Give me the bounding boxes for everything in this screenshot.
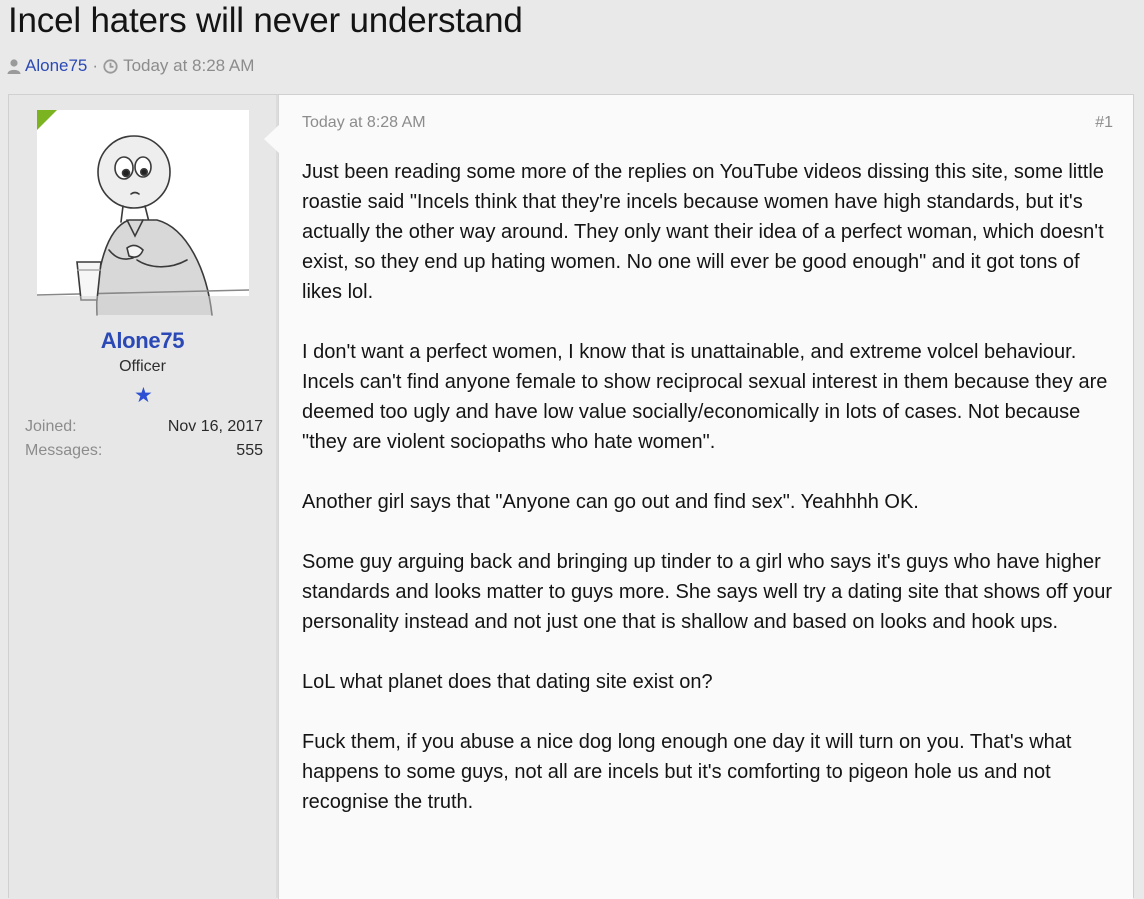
online-indicator (37, 110, 57, 130)
message-paragraph: Some guy arguing back and bringing up ti… (302, 551, 1113, 633)
user-title: Officer (119, 358, 166, 375)
joined-label: Joined: (25, 418, 77, 435)
post: Alone75 Officer ★ Joined: Nov 16, 2017 M… (8, 94, 1134, 899)
meta-separator: · (92, 56, 99, 75)
joined-value: Nov 16, 2017 (167, 418, 263, 435)
message-paragraph: Another girl says that "Anyone can go ou… (302, 491, 919, 513)
username-link[interactable]: Alone75 (9, 328, 276, 354)
message-paragraph: Fuck them, if you abuse a nice dog long … (302, 731, 1072, 813)
message-paragraph: LoL what planet does that dating site ex… (302, 671, 713, 693)
message-content: Today at 8:28 AM #1 Just been reading so… (264, 95, 1133, 899)
post-date-link[interactable]: Today at 8:28 AM (302, 114, 426, 132)
user-panel: Alone75 Officer ★ Joined: Nov 16, 2017 M… (9, 95, 276, 899)
thread-date-link[interactable]: Today at 8:28 AM (123, 55, 254, 77)
messages-value[interactable]: 555 (236, 441, 263, 461)
user-icon (7, 55, 21, 77)
message-paragraph: I don't want a perfect women, I know tha… (302, 341, 1108, 453)
messages-row: Messages: 555 (25, 441, 263, 461)
rank-star-icon: ★ (134, 384, 153, 407)
message-arrow (264, 125, 279, 153)
thread-title: Incel haters will never understand (8, 1, 523, 40)
message-paragraph: Just been reading some more of the repli… (302, 161, 1104, 303)
avatar[interactable] (37, 110, 249, 322)
joined-row: Joined: Nov 16, 2017 (25, 417, 263, 437)
thread-meta: Alone75 · Today at 8:28 AM (7, 55, 254, 77)
messages-label: Messages: (25, 442, 103, 459)
message-body: Just been reading some more of the repli… (302, 157, 1122, 847)
thread-author-link[interactable]: Alone75 (25, 55, 87, 77)
clock-icon (103, 55, 118, 77)
post-permalink[interactable]: #1 (1095, 114, 1113, 132)
